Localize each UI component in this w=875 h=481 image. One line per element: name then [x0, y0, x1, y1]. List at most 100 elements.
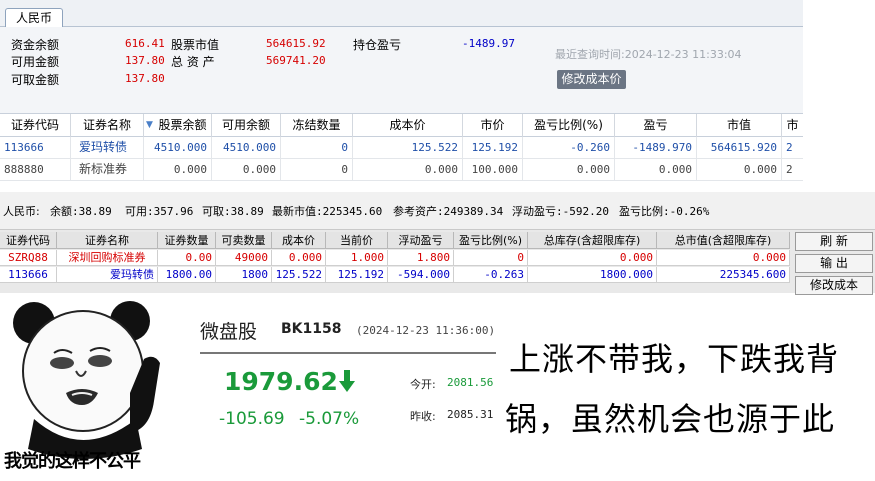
cell-cost: 125.522: [272, 267, 326, 282]
slogan-line-2: 锅，虽然机会也源于此: [505, 400, 836, 438]
cell-name: 深圳回购标准券: [57, 250, 158, 265]
cell-market-value: 564615.920: [697, 137, 782, 158]
prev-close-label: 昨收:: [410, 410, 436, 423]
balance-text: 余额:38.89: [50, 205, 112, 218]
cell-total-stock: 0.000: [528, 250, 657, 265]
cell-pnl-ratio: 0: [454, 250, 528, 265]
table-row[interactable]: SZRQ88 深圳回购标准券 0.00 49000 0.000 1.000 1.…: [0, 250, 790, 266]
quote-time: (2024-12-23 11:36:00): [356, 324, 496, 337]
cell-price: 125.192: [463, 137, 523, 158]
account-panel: 人民币 资金余额 616.41 可用金额 137.80 可取金额 137.80 …: [0, 0, 803, 190]
mkt-value-label: 股票市值: [171, 38, 220, 52]
withdrawable-value: 137.80: [125, 72, 165, 85]
cash-label: 资金余额: [11, 38, 60, 52]
cell-float-pnl: -594.000: [388, 267, 454, 282]
col-current[interactable]: 当前价: [326, 232, 388, 249]
cell-price: 100.000: [463, 159, 523, 180]
col-name[interactable]: 证券名称: [57, 232, 158, 249]
col-float-pnl[interactable]: 浮动盈亏: [388, 232, 454, 249]
available-value: 137.80: [125, 54, 165, 67]
cell-cost: 0.000: [272, 250, 326, 265]
table-row[interactable]: 113666 爱玛转债 1800.00 1800 125.522 125.192…: [0, 267, 790, 283]
index-code: BK1158: [281, 321, 342, 337]
withdrawable-label: 可取金额: [11, 73, 60, 87]
cell-available: 4510.000: [212, 137, 281, 158]
float-pnl-text: 浮动盈亏:-592.20: [512, 205, 609, 218]
col-available-balance[interactable]: 可用余额: [212, 114, 281, 137]
cell-stock-balance: 0.000: [144, 159, 212, 180]
cell-stock-balance: 4510.000: [144, 137, 212, 158]
cell-current: 125.192: [326, 267, 388, 282]
cell-frozen: 0: [281, 159, 353, 180]
tab-rmb[interactable]: 人民币: [5, 8, 64, 28]
cell-total-stock: 1800.000: [528, 267, 657, 282]
col-pnl-ratio[interactable]: 盈亏比例(%): [454, 232, 528, 249]
modify-cost-button[interactable]: 修改成本价: [557, 70, 626, 89]
cash-value: 616.41: [125, 37, 165, 50]
latest-mkt-text: 最新市值:225345.60: [272, 205, 383, 218]
total-assets-value: 569741.20: [266, 54, 326, 67]
table-row[interactable]: 113666 爱玛转债 4510.000 4510.000 0 125.522 …: [0, 137, 803, 159]
col-sellable[interactable]: 可卖数量: [216, 232, 272, 249]
col-price[interactable]: 市价: [463, 114, 523, 137]
col-market[interactable]: 市: [782, 114, 803, 137]
refresh-button[interactable]: 刷 新: [795, 232, 873, 251]
col-pnl-ratio[interactable]: 盈亏比例(%): [523, 114, 615, 137]
open-label: 今开:: [410, 378, 436, 391]
col-stock-balance[interactable]: ▼ 股票余额: [144, 114, 212, 137]
position-table-header: 证券代码 证券名称 证券数量 可卖数量 成本价 当前价 浮动盈亏 盈亏比例(%)…: [0, 232, 790, 249]
cell-total-mkt: 0.000: [657, 250, 790, 265]
col-total-mkt[interactable]: 总市值(含超限库存): [657, 232, 790, 249]
cell-available: 0.000: [212, 159, 281, 180]
position-summary: 人民币: 余额:38.89 可用:357.96 可取:38.89 最新市值:22…: [0, 192, 875, 230]
cell-cost: 125.522: [353, 137, 463, 158]
currency-tab-bar: 人民币: [0, 0, 803, 28]
available-text: 可用:357.96: [125, 205, 194, 218]
index-change: -105.69: [219, 409, 285, 429]
cell-market: 2: [786, 141, 793, 154]
holdings-header: 证券代码 证券名称 ▼ 股票余额 可用余额 冻结数量 成本价 市价 盈亏比例(%…: [0, 113, 803, 137]
cell-code: 113666: [0, 137, 71, 158]
cell-cost: 0.000: [353, 159, 463, 180]
cell-qty: 1800.00: [158, 267, 216, 282]
pnl-label: 持仓盈亏: [353, 38, 402, 52]
col-market-value[interactable]: 市值: [697, 114, 782, 137]
withdrawable-text: 可取:38.89: [202, 205, 264, 218]
cell-pnl: 0.000: [615, 159, 697, 180]
ref-assets-text: 参考资产:249389.34: [393, 205, 504, 218]
cell-sellable: 49000: [216, 250, 272, 265]
modify-cost-button[interactable]: 修改成本: [795, 276, 873, 295]
col-pnl[interactable]: 盈亏: [615, 114, 697, 137]
cell-market: 2: [786, 163, 793, 176]
index-title: 微盘股: [200, 321, 258, 343]
pnl-value: -1489.97: [462, 37, 515, 50]
export-button[interactable]: 输 出: [795, 254, 873, 273]
col-qty[interactable]: 证券数量: [158, 232, 216, 249]
index-quote-card: 微盘股 BK1158 (2024-12-23 11:36:00) 1979.62…: [188, 297, 498, 481]
col-name[interactable]: 证券名称: [71, 114, 144, 137]
cell-name: 新标准券: [71, 159, 144, 180]
col-code[interactable]: 证券代码: [0, 114, 71, 137]
sort-desc-icon: ▼: [146, 120, 153, 130]
cell-frozen: 0: [281, 137, 353, 158]
cell-pnl: -1489.970: [615, 137, 697, 158]
table-row[interactable]: 888880 新标准券 0.000 0.000 0 0.000 100.000 …: [0, 159, 803, 181]
last-query-time: 最近查询时间:2024-12-23 11:33:04: [555, 48, 742, 61]
cell-current: 1.000: [326, 250, 388, 265]
open-value: 2081.56: [447, 376, 494, 389]
cell-name: 爱玛转债: [57, 267, 158, 282]
col-total-stock[interactable]: 总库存(含超限库存): [528, 232, 657, 249]
cell-code: 113666: [0, 267, 57, 282]
index-price: 1979.62: [224, 367, 338, 396]
cell-market-value: 0.000: [697, 159, 782, 180]
col-cost[interactable]: 成本价: [272, 232, 326, 249]
cell-code: SZRQ88: [0, 250, 57, 265]
col-code[interactable]: 证券代码: [0, 232, 57, 249]
cell-total-mkt: 225345.600: [657, 267, 790, 282]
col-cost[interactable]: 成本价: [353, 114, 463, 137]
meme-area: 我觉的这样不公平 微盘股 BK1158 (2024-12-23 11:36:00…: [0, 297, 875, 481]
available-label: 可用金额: [11, 55, 60, 69]
total-assets-label: 总 资 产: [171, 55, 215, 69]
cell-name: 爱玛转债: [71, 137, 144, 158]
col-frozen[interactable]: 冻结数量: [281, 114, 353, 137]
